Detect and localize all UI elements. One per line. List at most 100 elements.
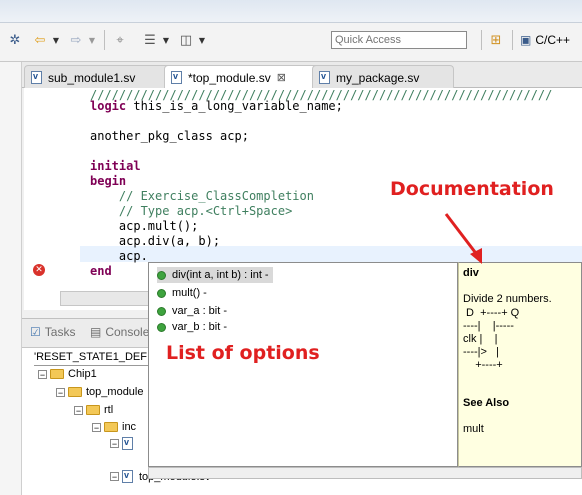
completion-option[interactable]: var_a : bit - bbox=[157, 303, 227, 319]
method-icon bbox=[157, 270, 166, 280]
sv-file-icon bbox=[122, 470, 133, 483]
editor-tab-bar: sub_module1.sv *top_module.sv ⊠ my_packa… bbox=[22, 62, 582, 89]
collapse-icon[interactable]: − bbox=[38, 369, 47, 379]
tree-item-label: Chip1 bbox=[68, 368, 97, 380]
pin-icon[interactable]: ⌖ bbox=[110, 30, 130, 50]
tab-label: sub_module1.sv bbox=[48, 70, 136, 85]
code-line: // Exercise_ClassCompletion bbox=[90, 189, 314, 203]
window-title-bar bbox=[0, 0, 582, 23]
doc-diagram-line: clk | | bbox=[463, 333, 498, 345]
quick-access-input[interactable] bbox=[331, 31, 467, 49]
doc-diagram-line: ----|> | bbox=[463, 346, 499, 358]
sv-file-icon bbox=[319, 71, 330, 84]
forward-arrow-icon[interactable]: ⇨ bbox=[66, 30, 86, 50]
tab-label: Console bbox=[105, 325, 150, 339]
content-assist-popup: div(int a, int b) : int - mult() - var_a… bbox=[148, 262, 458, 467]
doc-description: Divide 2 numbers. bbox=[463, 293, 552, 305]
option-label: var_b : bit - bbox=[172, 321, 228, 333]
collapse-icon[interactable]: − bbox=[74, 405, 83, 415]
completion-option[interactable]: var_b : bit - bbox=[157, 319, 227, 335]
tab-console[interactable]: ▤ Console bbox=[90, 325, 149, 339]
code-line: // Type acp.<Ctrl+Space> bbox=[90, 204, 293, 218]
console-icon: ▤ bbox=[90, 325, 102, 339]
open-perspective-icon[interactable]: ⊞ bbox=[486, 30, 506, 50]
toolbar-separator bbox=[512, 30, 513, 50]
code-line: another_pkg_class acp; bbox=[90, 129, 249, 143]
code-line: acp.div(a, b); bbox=[90, 234, 221, 248]
doc-see-also-link[interactable]: mult bbox=[463, 423, 484, 435]
tab-label: *top_module.sv bbox=[188, 70, 271, 85]
code-line: acp. bbox=[90, 249, 148, 263]
completion-option[interactable]: mult() - bbox=[157, 285, 207, 301]
tree-item-label: top_module bbox=[86, 386, 144, 398]
folder-icon bbox=[68, 387, 82, 397]
field-icon bbox=[157, 322, 166, 332]
code-text: this_is_a_long_variable_name; bbox=[126, 99, 343, 113]
code-line: acp.mult(); bbox=[90, 219, 199, 233]
tab-label: Tasks bbox=[44, 325, 76, 339]
tab-sub-module1[interactable]: sub_module1.sv bbox=[24, 65, 178, 89]
tree-item-chip1[interactable]: − Chip1 bbox=[38, 368, 97, 380]
method-icon bbox=[157, 288, 166, 298]
chevron-down-icon[interactable]: ▼ bbox=[160, 30, 172, 50]
doc-diagram-line: D +----+ Q bbox=[463, 307, 520, 319]
option-label: div(int a, int b) : int - bbox=[172, 269, 269, 281]
left-view-strip bbox=[0, 62, 22, 495]
tree-item-inc[interactable]: − inc bbox=[92, 421, 136, 433]
hierarchy-header: 'RESET_STATE1_DEFIN bbox=[34, 351, 158, 363]
chevron-down-icon[interactable]: ▼ bbox=[50, 30, 62, 50]
code-line: begin bbox=[90, 174, 127, 188]
back-arrow-icon[interactable]: ⇦ bbox=[30, 30, 50, 50]
code-line: logic this_is_a_long_variable_name; bbox=[90, 99, 343, 113]
completion-option[interactable]: div(int a, int b) : int - bbox=[157, 267, 273, 283]
cpp-perspective-icon: ▣ bbox=[520, 33, 532, 47]
tree-item-inc-file[interactable]: − bbox=[110, 437, 139, 450]
doc-title: div bbox=[463, 267, 479, 279]
tree-item-label: rtl bbox=[104, 404, 114, 416]
window-icon[interactable]: ◫ bbox=[176, 30, 196, 50]
field-icon bbox=[157, 306, 166, 316]
collapse-icon[interactable]: − bbox=[110, 472, 119, 482]
collapse-icon[interactable]: − bbox=[92, 422, 101, 432]
folder-icon bbox=[86, 405, 100, 415]
option-label: var_a : bit - bbox=[172, 305, 228, 317]
tab-label: my_package.sv bbox=[336, 70, 420, 85]
tab-my-package[interactable]: my_package.sv bbox=[312, 65, 454, 89]
collapse-icon[interactable]: − bbox=[110, 439, 119, 449]
tree-item-rtl[interactable]: − rtl bbox=[74, 404, 113, 416]
sv-file-icon bbox=[122, 437, 133, 450]
tab-tasks[interactable]: ☑ Tasks bbox=[30, 325, 75, 339]
tree-item-label: inc bbox=[122, 421, 137, 433]
toolbar-separator bbox=[481, 30, 482, 50]
tab-top-module[interactable]: *top_module.sv ⊠ bbox=[164, 65, 326, 89]
sv-file-icon bbox=[31, 71, 42, 84]
layout-icon[interactable]: ☰ bbox=[140, 30, 160, 50]
error-marker-icon[interactable]: ✕ bbox=[33, 264, 45, 276]
chevron-down-icon[interactable]: ▼ bbox=[86, 30, 98, 50]
doc-diagram-line: ----| |----- bbox=[463, 320, 514, 332]
folder-icon bbox=[104, 422, 118, 432]
folder-icon bbox=[50, 369, 64, 379]
header-underline bbox=[34, 365, 150, 366]
perspective-label: C/C++ bbox=[535, 33, 571, 47]
collapse-icon[interactable]: − bbox=[56, 387, 65, 397]
editor-ruler bbox=[24, 88, 80, 310]
options-annotation: List of options bbox=[166, 342, 320, 364]
annotation-arrow-icon bbox=[444, 213, 482, 264]
doc-diagram-line: +----+ bbox=[463, 359, 503, 371]
sv-file-icon bbox=[171, 71, 182, 84]
toolbar-separator bbox=[104, 30, 105, 50]
cpp-perspective-button[interactable]: ▣ C/C++ bbox=[520, 31, 570, 49]
main-toolbar: ✲ ⇦ ▼ ⇨ ▼ ⌖ ☰ ▼ ◫ ▼ ⊞ ▣ C/C++ bbox=[0, 0, 582, 62]
tasks-icon: ☑ bbox=[30, 325, 41, 339]
tree-item-top-module[interactable]: − top_module bbox=[56, 386, 144, 398]
code-line: initial bbox=[90, 159, 141, 173]
option-label: mult() - bbox=[172, 287, 207, 299]
chevron-down-icon[interactable]: ▼ bbox=[196, 30, 208, 50]
documentation-annotation: Documentation bbox=[390, 178, 554, 200]
popup-horizontal-scrollbar[interactable] bbox=[148, 467, 582, 479]
close-icon[interactable]: ⊠ bbox=[277, 71, 286, 84]
documentation-popup: div Divide 2 numbers. D +----+ Q ----| |… bbox=[458, 262, 582, 467]
debug-icon[interactable]: ✲ bbox=[4, 30, 26, 50]
code-line: end bbox=[90, 264, 112, 278]
